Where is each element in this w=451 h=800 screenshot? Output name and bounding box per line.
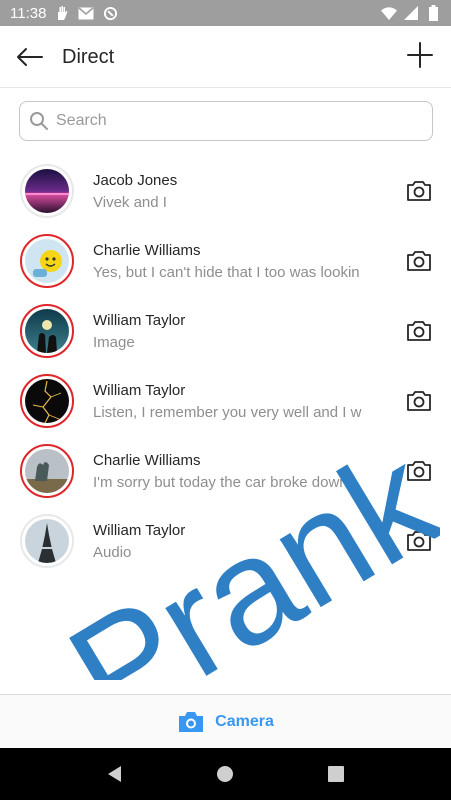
chat-name: Charlie Williams (93, 452, 201, 469)
status-right (381, 5, 441, 21)
camera-icon (407, 531, 431, 551)
plus-icon (407, 42, 433, 68)
chat-row[interactable]: William Taylor Image (0, 296, 451, 366)
mail-icon (78, 5, 94, 21)
camera-icon (407, 391, 431, 411)
camera-button[interactable] (405, 248, 433, 274)
data-saver-icon (102, 5, 118, 21)
back-triangle-icon (108, 766, 122, 782)
chat-name: Jacob Jones (93, 172, 178, 189)
battery-icon (425, 5, 441, 21)
avatar[interactable] (20, 374, 74, 428)
camera-button[interactable] (405, 318, 433, 344)
chat-preview: Listen, I remember you very well and I w (93, 404, 362, 421)
chat-preview: Yes, but I can't hide that I too was loo… (93, 264, 360, 281)
chat-preview: Image (93, 334, 135, 351)
cellular-icon (403, 5, 419, 21)
chat-name: Charlie Williams (93, 242, 201, 259)
camera-icon (407, 181, 431, 201)
search-icon (28, 110, 50, 132)
nav-back-button[interactable] (97, 756, 133, 792)
avatar[interactable] (20, 444, 74, 498)
page-title: Direct (62, 46, 115, 68)
chat-preview: I'm sorry but today the car broke down (93, 474, 348, 491)
nav-recents-button[interactable] (318, 756, 354, 792)
chat-row[interactable]: William Taylor Audio (0, 506, 451, 576)
app-bar: Direct (0, 26, 451, 88)
camera-icon (407, 321, 431, 341)
system-nav-bar (0, 748, 451, 800)
chat-preview: Audio (93, 544, 132, 561)
chat-name: William Taylor (93, 382, 186, 399)
chat-preview: Vivek and I (93, 194, 167, 211)
camera-button[interactable] (405, 388, 433, 414)
wifi-icon (381, 5, 397, 21)
chat-row[interactable]: William Taylor Listen, I remember you ve… (0, 366, 451, 436)
camera-bar[interactable]: Camera (0, 694, 451, 748)
chat-name: William Taylor (93, 312, 186, 329)
chat-row[interactable]: Jacob Jones Vivek and I (0, 156, 451, 226)
search-input[interactable] (56, 112, 416, 130)
search-box[interactable] (19, 101, 433, 141)
arrow-left-icon (17, 48, 43, 66)
chat-row[interactable]: Charlie Williams Yes, but I can't hide t… (0, 226, 451, 296)
status-left: 11:38 (10, 5, 118, 22)
camera-label[interactable]: Camera (215, 713, 274, 731)
camera-icon (407, 251, 431, 271)
status-bar: 11:38 (0, 0, 451, 26)
chat-name: William Taylor (93, 522, 186, 539)
camera-button[interactable] (405, 178, 433, 204)
avatar[interactable] (20, 234, 74, 288)
camera-button[interactable] (405, 458, 433, 484)
recents-square-icon (327, 766, 344, 782)
avatar[interactable] (20, 304, 74, 358)
home-circle-icon (217, 766, 234, 782)
hand-icon (54, 5, 70, 21)
back-button[interactable] (14, 42, 46, 72)
avatar[interactable] (20, 164, 74, 218)
camera-filled-icon (179, 711, 204, 732)
new-message-button[interactable] (405, 40, 435, 70)
avatar[interactable] (20, 514, 74, 568)
camera-button[interactable] (405, 528, 433, 554)
chat-list: Jacob Jones Vivek and I Charlie Williams… (0, 156, 451, 576)
status-time: 11:38 (10, 4, 47, 22)
nav-home-button[interactable] (207, 756, 243, 792)
camera-icon (407, 461, 431, 481)
chat-row[interactable]: Charlie Williams I'm sorry but today the… (0, 436, 451, 506)
